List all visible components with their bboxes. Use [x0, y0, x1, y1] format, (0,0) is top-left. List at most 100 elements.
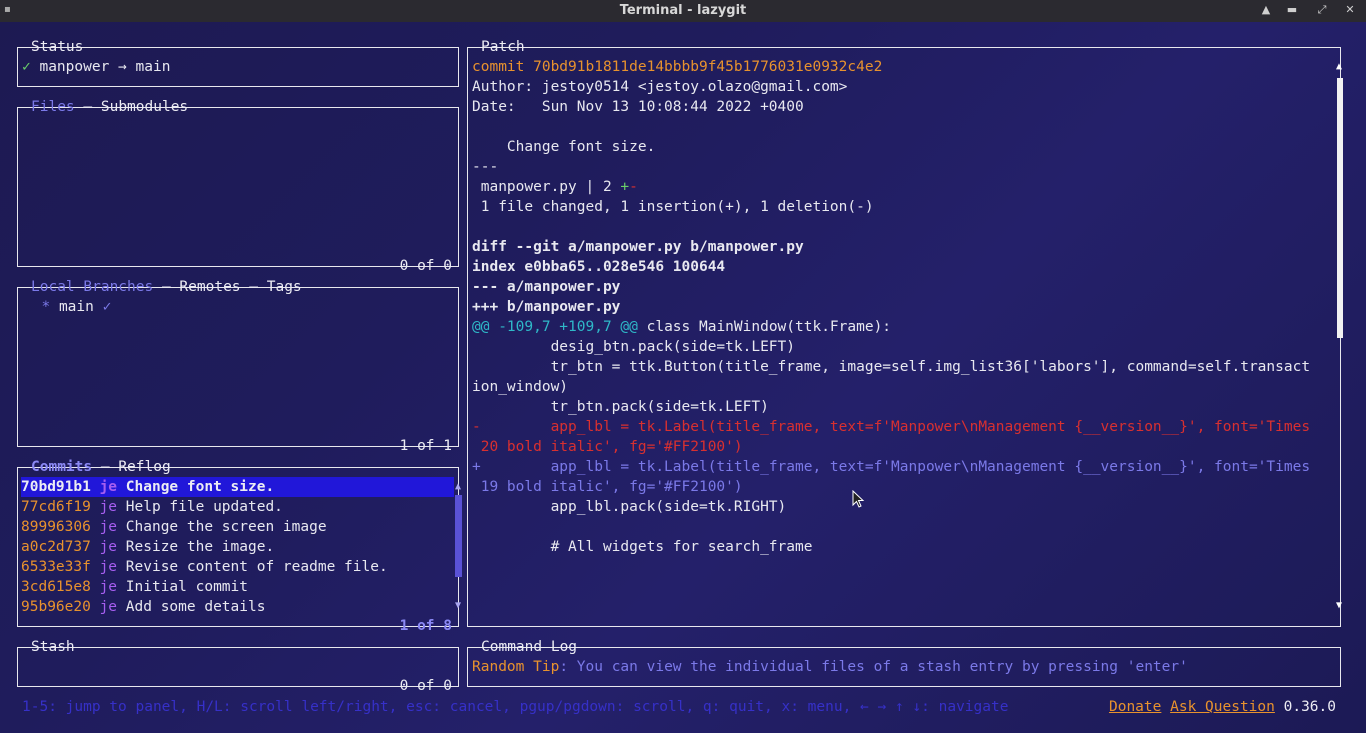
- commit-message: Add some details: [125, 599, 266, 615]
- commit-row[interactable]: 95b96e20 je Add some details: [21, 597, 265, 617]
- minimize-icon[interactable]: ▬: [1285, 3, 1299, 17]
- commit-author: je: [99, 599, 118, 615]
- diff-deleted-line: - app_lbl = tk.Label(title_frame, text=f…: [472, 417, 1310, 437]
- current-branch-marker: *: [41, 299, 51, 315]
- diff-text: app_lbl = tk.Label(title_frame, text=f'M…: [480, 459, 1311, 475]
- commit-hash: 6533e33f: [21, 559, 91, 575]
- commit-row[interactable]: a0c2d737 je Resize the image.: [21, 537, 274, 557]
- branch-row[interactable]: * main ✓: [24, 297, 111, 317]
- repo-name: manpower: [39, 59, 110, 75]
- scroll-up-icon[interactable]: ▲: [1336, 62, 1342, 72]
- panel-counter: 1 of 8: [399, 618, 452, 634]
- commit-author: je: [99, 499, 118, 515]
- commit-message: Revise content of readme file.: [125, 559, 388, 575]
- scroll-down-icon[interactable]: ▼: [455, 601, 461, 611]
- tab-separator: –: [92, 459, 119, 475]
- hunk-header: @@ -109,7 +109,7 @@ class MainWindow(ttk…: [472, 317, 891, 337]
- stat-file: manpower.py | 2: [472, 179, 621, 195]
- tab-local-branches[interactable]: Local Branches: [31, 279, 153, 295]
- commit-author: je: [99, 559, 118, 575]
- commit-hash: 89996306: [21, 519, 91, 535]
- panel-title: Local Branches – Remotes – Tags: [30, 277, 303, 297]
- shade-icon[interactable]: ▲: [1259, 3, 1273, 17]
- tip-label: Random Tip: [472, 659, 560, 675]
- stat-separator: ---: [472, 159, 499, 175]
- arrow-icon: →: [118, 59, 127, 75]
- diff-sign: -: [472, 419, 481, 435]
- tab-tags[interactable]: Tags: [267, 279, 302, 295]
- commits-panel[interactable]: Commits – Reflog 70bd91b1 je Change font…: [17, 459, 462, 634]
- panel-title: Patch: [481, 39, 525, 55]
- commit-row[interactable]: 6533e33f je Revise content of readme fil…: [21, 557, 388, 577]
- commit-hash: 70bd91b1: [21, 479, 91, 495]
- diff-context-line: # All widgets for search_frame: [472, 539, 813, 555]
- commit-hash: 95b96e20: [21, 599, 91, 615]
- diff-context-line: app_lbl.pack(side=tk.RIGHT): [472, 499, 787, 515]
- commit-hash: 77cd6f19: [21, 499, 91, 515]
- branches-panel[interactable]: Local Branches – Remotes – Tags * main ✓…: [17, 279, 459, 454]
- patch-panel[interactable]: Patch commit 70bd91b1811de14bbbb9f45b177…: [467, 39, 1343, 627]
- files-panel[interactable]: Files – Submodules 0 of 0: [17, 99, 459, 274]
- index-line: index e0bba65..028e546 100644: [472, 259, 726, 275]
- hunk-context: class MainWindow(ttk.Frame):: [637, 319, 892, 335]
- stash-panel[interactable]: Stash 0 of 0: [17, 639, 459, 694]
- status-panel[interactable]: Status ✓ manpower → main: [17, 39, 459, 87]
- tab-files[interactable]: Files: [31, 99, 75, 115]
- scroll-down-icon[interactable]: ▼: [1336, 601, 1342, 611]
- panel-title: Stash: [31, 639, 75, 655]
- diff-context-line: ion_window): [472, 379, 569, 395]
- commit-row[interactable]: 77cd6f19 je Help file updated.: [21, 497, 283, 517]
- donate-link[interactable]: Donate: [1109, 699, 1161, 715]
- stat-plus: +: [620, 179, 630, 195]
- close-icon[interactable]: ✕: [1343, 3, 1357, 17]
- plus-file-line: +++ b/manpower.py: [472, 299, 621, 315]
- panel-counter: 1 of 1: [399, 438, 452, 454]
- date-line: Date: Sun Nov 13 10:08:44 2022 +0400: [472, 99, 804, 115]
- panel-title: Status: [31, 39, 84, 55]
- tab-remotes[interactable]: Remotes: [179, 279, 240, 295]
- diff-added-line: + app_lbl = tk.Label(title_frame, text=f…: [472, 457, 1310, 477]
- stat-minus: -: [629, 179, 638, 195]
- diff-context-line: tr_btn.pack(side=tk.LEFT): [472, 399, 769, 415]
- ask-question-link[interactable]: Ask Question: [1170, 699, 1275, 715]
- maximize-icon[interactable]: ⤢: [1315, 3, 1329, 17]
- command-log-panel[interactable]: Command Log Random Tip: You can view the…: [467, 639, 1341, 687]
- panel-title: Command Log: [481, 639, 578, 655]
- commit-message: Help file updated.: [125, 499, 283, 515]
- tip-text: : You can view the individual files of a…: [559, 659, 1188, 675]
- commit-author: je: [99, 479, 118, 495]
- diff-text: app_lbl = tk.Label(title_frame, text=f'M…: [480, 419, 1311, 435]
- version-label: 0.36.0: [1283, 699, 1336, 715]
- check-icon: ✓: [22, 59, 31, 75]
- stat-summary: 1 file changed, 1 insertion(+), 1 deleti…: [472, 199, 874, 215]
- window-titlebar: ▪ Terminal - lazygit ▲ ▬ ⤢ ✕: [0, 0, 1366, 22]
- keybindings-hint: 1-5: jump to panel, H/L: scroll left/rig…: [22, 699, 1009, 715]
- diff-context-line: desig_btn.pack(side=tk.LEFT): [472, 339, 796, 355]
- diff-sign: +: [472, 459, 481, 475]
- tab-reflog[interactable]: Reflog: [118, 459, 170, 475]
- minus-file-line: --- a/manpower.py: [472, 279, 621, 295]
- stat-line: manpower.py | 2 +-: [472, 177, 638, 197]
- commits-scrollbar[interactable]: [455, 495, 462, 577]
- commit-author: je: [99, 579, 118, 595]
- tab-separator: –: [153, 279, 180, 295]
- commit-row[interactable]: 3cd615e8 je Initial commit: [21, 577, 248, 597]
- commit-message: Change font size.: [472, 139, 656, 155]
- tab-commits[interactable]: Commits: [31, 459, 92, 475]
- commit-message: Change font size.: [125, 479, 275, 495]
- commit-row[interactable]: 89996306 je Change the screen image: [21, 517, 327, 537]
- panel-title: Files – Submodules: [30, 97, 189, 117]
- commit-line: commit 70bd91b1811de14bbbb9f45b1776031e0…: [472, 59, 883, 75]
- mouse-pointer-icon: [852, 490, 865, 508]
- scroll-up-icon[interactable]: ▲: [455, 482, 461, 492]
- commit-author: je: [99, 539, 118, 555]
- branch-name: main: [58, 299, 94, 315]
- footer-links: Donate Ask Question 0.36.0: [1109, 697, 1336, 717]
- panel-counter: 0 of 0: [399, 258, 452, 274]
- tab-submodules[interactable]: Submodules: [101, 99, 188, 115]
- author-line: Author: jestoy0514 <jestoy.olazo@gmail.c…: [472, 79, 848, 95]
- status-line: ✓ manpower → main: [22, 57, 170, 77]
- patch-scrollbar[interactable]: [1337, 78, 1343, 338]
- commit-row-selected[interactable]: 70bd91b1 je Change font size.: [21, 477, 454, 497]
- commit-hash: 3cd615e8: [21, 579, 91, 595]
